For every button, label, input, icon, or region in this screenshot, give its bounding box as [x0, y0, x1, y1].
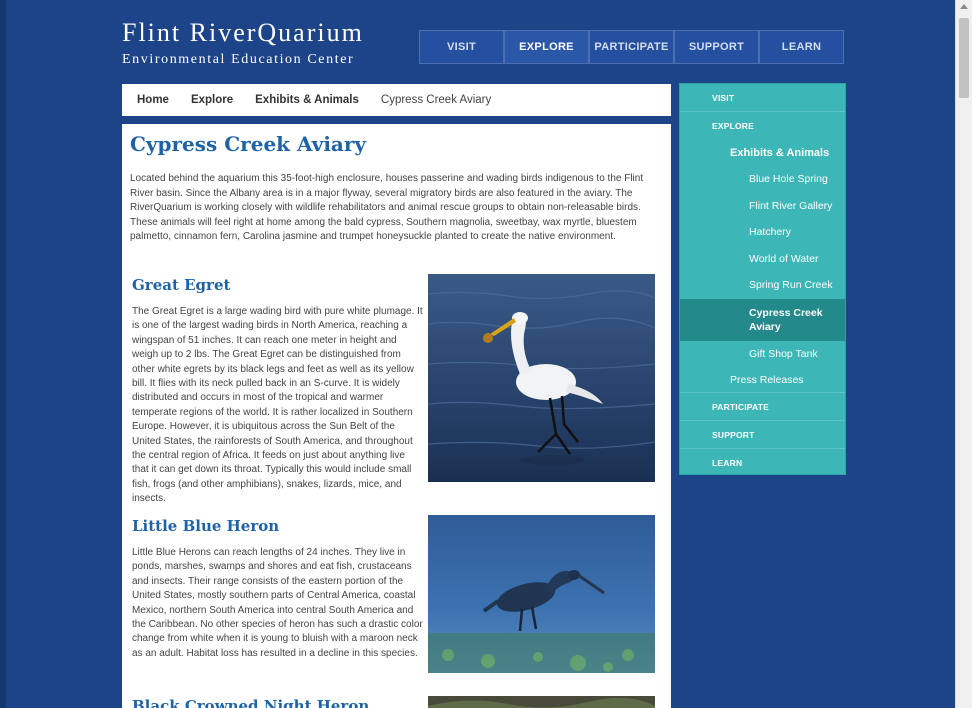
sidebar-item-spring-run-creek[interactable]: Spring Run Creek — [680, 272, 845, 299]
animal-text-great-egret: The Great Egret is a large wading bird w… — [132, 306, 423, 505]
sidebar-item-blue-hole-spring[interactable]: Blue Hole Spring — [680, 166, 845, 193]
logo-title: Flint RiverQuarium — [122, 18, 364, 47]
breadcrumb-current: Cypress Creek Aviary — [380, 94, 492, 106]
sidebar-item-support[interactable]: SUPPORT — [680, 421, 845, 449]
sidebar-item-gift-shop-tank[interactable]: Gift Shop Tank — [680, 341, 845, 368]
animal-title-little-blue-heron: Little Blue Heron — [132, 517, 280, 535]
nav-learn[interactable]: LEARN — [759, 30, 844, 64]
page-title: Cypress Creek Aviary — [130, 132, 367, 156]
breadcrumb-home[interactable]: Home — [137, 94, 169, 106]
nav-support[interactable]: SUPPORT — [674, 30, 759, 64]
sidebar-item-hatchery[interactable]: Hatchery — [680, 219, 845, 246]
scroll-up-arrow-icon[interactable] — [960, 4, 968, 9]
sidebar-navigation: VISIT EXPLORE Exhibits & Animals Blue Ho… — [679, 83, 846, 475]
page-scrollbar[interactable] — [955, 0, 972, 708]
sidebar-item-learn[interactable]: LEARN — [680, 449, 845, 477]
sidebar-item-cypress-creek-aviary[interactable]: Cypress Creek Aviary — [680, 298, 845, 341]
animal-title-great-egret: Great Egret — [132, 276, 231, 294]
breadcrumb-explore[interactable]: Explore — [191, 94, 233, 106]
sidebar-item-explore[interactable]: EXPLORE — [680, 112, 845, 140]
sidebar-item-press-releases[interactable]: Press Releases — [680, 367, 845, 393]
left-edge — [0, 0, 6, 708]
great-egret-photo — [428, 274, 655, 482]
animal-title-night-heron: Black Crowned Night Heron — [132, 697, 370, 708]
breadcrumb: Home Explore Exhibits & Animals Cypress … — [122, 84, 671, 116]
sidebar-item-exhibits-animals[interactable]: Exhibits & Animals — [680, 140, 845, 166]
sidebar-item-world-of-water[interactable]: World of Water — [680, 246, 845, 273]
night-heron-photo — [428, 696, 655, 708]
scroll-thumb[interactable] — [959, 18, 969, 98]
sidebar-item-participate[interactable]: PARTICIPATE — [680, 393, 845, 421]
nav-explore[interactable]: EXPLORE — [504, 30, 589, 64]
nav-participate[interactable]: PARTICIPATE — [589, 30, 674, 64]
intro-text: Located behind the aquarium this 35-foot… — [130, 173, 644, 242]
main-content: Cypress Creek Aviary Located behind the … — [122, 124, 671, 708]
top-navigation: VISIT EXPLORE PARTICIPATE SUPPORT LEARN — [419, 30, 844, 64]
sidebar-item-flint-river-gallery[interactable]: Flint River Gallery — [680, 193, 845, 220]
sidebar-item-visit[interactable]: VISIT — [680, 84, 845, 112]
logo-subtitle: Environmental Education Center — [122, 52, 355, 67]
breadcrumb-exhibits[interactable]: Exhibits & Animals — [255, 94, 359, 106]
site-logo[interactable]: Flint RiverQuarium Environmental Educati… — [122, 18, 412, 70]
animal-text-little-blue-heron: Little Blue Herons can reach lengths of … — [132, 547, 423, 659]
little-blue-heron-photo — [428, 515, 655, 673]
nav-visit[interactable]: VISIT — [419, 30, 504, 64]
